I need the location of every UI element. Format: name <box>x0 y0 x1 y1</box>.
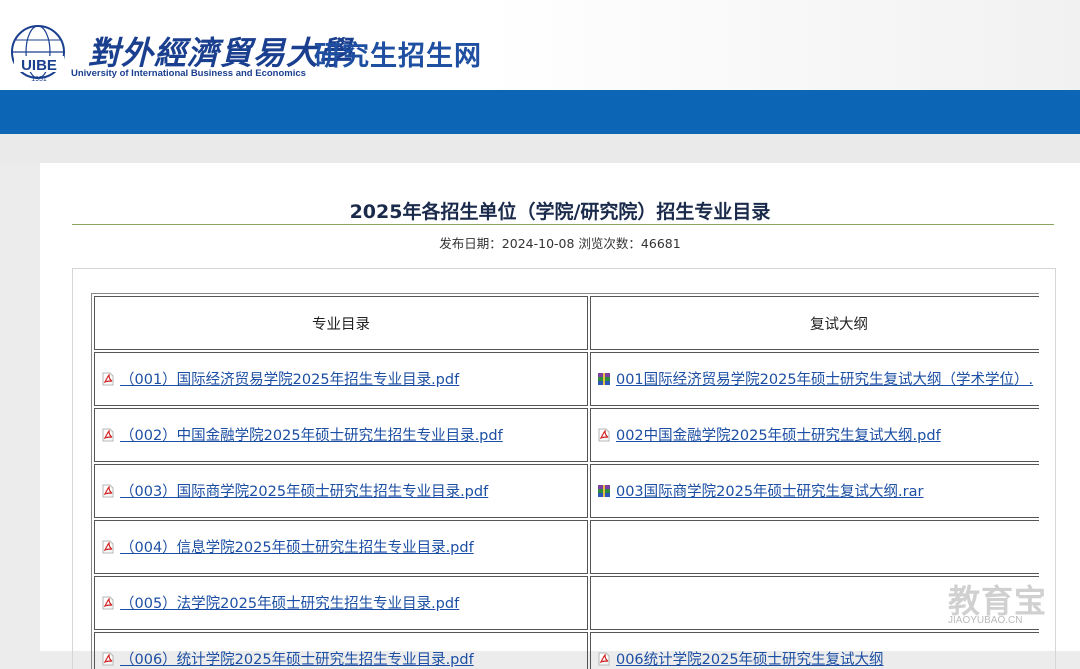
file-link-label: （003）国际商学院2025年硕士研究生招生专业目录.pdf <box>120 484 489 500</box>
table-viewport: 专业目录 复试大纲 （001）国际经济贸易学院2025年招生专业目录.pdf 00… <box>91 293 1039 669</box>
catalog-file-link[interactable]: （001）国际经济贸易学院2025年招生专业目录.pdf <box>101 372 459 388</box>
table-row: （003）国际商学院2025年硕士研究生招生专业目录.pdf 003国际商学院20… <box>94 464 1039 518</box>
title-divider <box>72 224 1054 225</box>
column-header-syllabus: 复试大纲 <box>589 296 1039 350</box>
pdf-icon <box>101 652 115 669</box>
table-header-row: 专业目录 复试大纲 <box>94 296 1039 350</box>
university-name-en[interactable]: University of International Business and… <box>71 68 306 79</box>
pdf-icon <box>101 540 115 558</box>
university-emblem-icon[interactable]: UIBE 1951 <box>8 22 70 84</box>
file-link-label: （005）法学院2025年硕士研究生招生专业目录.pdf <box>120 596 460 612</box>
table-row: （001）国际经济贸易学院2025年招生专业目录.pdf 001国际经济贸易学院2… <box>94 352 1039 406</box>
pdf-icon <box>101 372 115 390</box>
catalog-cell: （002）中国金融学院2025年硕士研究生招生专业目录.pdf <box>94 408 588 462</box>
header-spacer <box>0 134 1080 164</box>
file-link-label: （006）统计学院2025年硕士研究生招生专业目录.pdf <box>120 652 474 668</box>
syllabus-file-link[interactable]: 003国际商学院2025年硕士研究生复试大纲.rar <box>597 484 924 502</box>
syllabus-cell: 002中国金融学院2025年硕士研究生复试大纲.pdf <box>589 408 1039 462</box>
file-link-label: 003国际商学院2025年硕士研究生复试大纲.rar <box>615 484 924 500</box>
catalog-cell: （001）国际经济贸易学院2025年招生专业目录.pdf <box>94 352 588 406</box>
syllabus-cell: 001国际经济贸易学院2025年硕士研究生复试大纲（学术学位）. <box>589 352 1039 406</box>
table-row: （005）法学院2025年硕士研究生招生专业目录.pdf <box>94 576 1039 630</box>
article-body-frame: 专业目录 复试大纲 （001）国际经济贸易学院2025年招生专业目录.pdf 00… <box>72 268 1056 669</box>
catalog-file-link[interactable]: （002）中国金融学院2025年硕士研究生招生专业目录.pdf <box>101 428 503 444</box>
file-link-label: （002）中国金融学院2025年硕士研究生招生专业目录.pdf <box>120 428 503 444</box>
rar-icon <box>597 372 611 390</box>
pdf-icon <box>101 596 115 614</box>
syllabus-cell: 003国际商学院2025年硕士研究生复试大纲.rar <box>589 464 1039 518</box>
svg-text:1951: 1951 <box>31 76 47 83</box>
article-meta: 发布日期：2024-10-08 浏览次数：46681 <box>439 236 681 251</box>
file-link-label: 001国际经济贸易学院2025年硕士研究生复试大纲（学术学位）. <box>615 372 1034 388</box>
file-link-label: （004）信息学院2025年硕士研究生招生专业目录.pdf <box>120 540 474 556</box>
catalog-table: 专业目录 复试大纲 （001）国际经济贸易学院2025年招生专业目录.pdf 00… <box>91 293 1039 669</box>
file-link-label: （001）国际经济贸易学院2025年招生专业目录.pdf <box>120 372 460 388</box>
file-link-label: 006统计学院2025年硕士研究生复试大纲 <box>615 652 884 668</box>
syllabus-file-link[interactable]: 001国际经济贸易学院2025年硕士研究生复试大纲（学术学位）. <box>597 372 1033 388</box>
catalog-cell: （005）法学院2025年硕士研究生招生专业目录.pdf <box>94 576 588 630</box>
navigation-bar <box>0 90 1080 134</box>
pdf-icon <box>101 428 115 446</box>
syllabus-file-link[interactable]: 006统计学院2025年硕士研究生复试大纲 <box>597 652 884 668</box>
svg-text:UIBE: UIBE <box>21 57 57 74</box>
pdf-icon <box>597 428 611 446</box>
article-content: 2025年各招生单位（学院/研究院）招生专业目录 发布日期：2024-10-08… <box>40 163 1080 669</box>
file-link-label: 002中国金融学院2025年硕士研究生复试大纲.pdf <box>615 428 941 444</box>
catalog-cell: （004）信息学院2025年硕士研究生招生专业目录.pdf <box>94 520 588 574</box>
rar-icon <box>597 484 611 502</box>
site-header: UIBE 1951 對外經濟貿易大學 University of Interna… <box>0 0 1080 90</box>
catalog-file-link[interactable]: （003）国际商学院2025年硕士研究生招生专业目录.pdf <box>101 484 488 500</box>
page-title: 2025年各招生单位（学院/研究院）招生专业目录 <box>349 201 771 223</box>
syllabus-cell <box>589 520 1039 574</box>
pdf-icon <box>597 652 611 669</box>
pdf-icon <box>101 484 115 502</box>
catalog-file-link[interactable]: （006）统计学院2025年硕士研究生招生专业目录.pdf <box>101 652 474 668</box>
table-row: （004）信息学院2025年硕士研究生招生专业目录.pdf <box>94 520 1039 574</box>
catalog-file-link[interactable]: （004）信息学院2025年硕士研究生招生专业目录.pdf <box>101 540 474 556</box>
syllabus-file-link[interactable]: 002中国金融学院2025年硕士研究生复试大纲.pdf <box>597 428 941 444</box>
watermark-url: JIAOYUBAO.CN <box>948 615 1023 626</box>
catalog-file-link[interactable]: （005）法学院2025年硕士研究生招生专业目录.pdf <box>101 596 459 612</box>
site-name[interactable]: 研究生招生网 <box>314 34 482 73</box>
column-header-catalog: 专业目录 <box>94 296 588 350</box>
table-row: （002）中国金融学院2025年硕士研究生招生专业目录.pdf 002中国金融学院… <box>94 408 1039 462</box>
catalog-cell: （003）国际商学院2025年硕士研究生招生专业目录.pdf <box>94 464 588 518</box>
